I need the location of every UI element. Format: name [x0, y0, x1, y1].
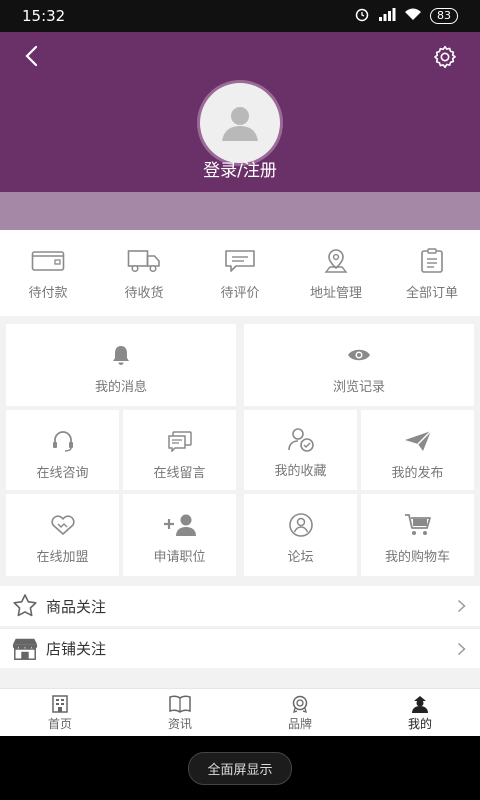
wallet-icon: [31, 251, 65, 271]
fullscreen-display-button[interactable]: 全面屏显示: [188, 751, 292, 785]
apply-position[interactable]: 申请职位: [123, 494, 236, 576]
tab-brand[interactable]: 品牌: [240, 689, 360, 736]
star-icon: [13, 594, 37, 617]
battery-indicator: 83: [430, 8, 458, 24]
bell-icon: [113, 346, 129, 365]
address-management-label: 地址管理: [309, 286, 362, 301]
address-management[interactable]: 地址管理: [288, 230, 384, 316]
add-user-icon: [163, 514, 196, 536]
cart-icon: [404, 514, 431, 535]
profile-header: 登录/注册: [0, 32, 480, 192]
order-pending-receipt[interactable]: 待收货: [96, 230, 192, 316]
login-register-link[interactable]: 登录/注册: [0, 156, 480, 181]
store-follow-row[interactable]: 店铺关注: [0, 628, 480, 668]
wifi-icon: [404, 7, 422, 25]
function-grid: 我的消息 浏览记录 在线咨询 在线留言 我的收藏 我的发布 在线加盟 申请职位 …: [6, 324, 474, 576]
avatar[interactable]: [197, 80, 283, 166]
store-follow-label: 店铺关注: [46, 640, 107, 658]
tab-home-label: 首页: [47, 717, 72, 731]
tab-mine[interactable]: 我的: [360, 689, 480, 736]
product-follow-row[interactable]: 商品关注: [0, 586, 480, 626]
alarm-icon: [354, 6, 370, 26]
order-pending-receipt-label: 待收货: [124, 286, 164, 301]
order-pending-review[interactable]: 待评价: [192, 230, 288, 316]
online-consult[interactable]: 在线咨询: [6, 410, 119, 490]
eye-icon: [348, 349, 370, 361]
online-consult-label: 在线咨询: [36, 466, 89, 481]
status-bar: 15:32 83: [0, 0, 480, 32]
handshake-icon: [50, 515, 75, 535]
headset-icon: [52, 431, 73, 452]
my-favorites-label: 我的收藏: [274, 464, 327, 479]
favorite-user-icon: [287, 428, 314, 452]
order-pending-payment-label: 待付款: [28, 286, 68, 301]
location-pin-icon: [324, 249, 348, 273]
truck-icon: [127, 250, 160, 273]
product-follow-label: 商品关注: [46, 597, 107, 616]
my-messages[interactable]: 我的消息: [6, 324, 236, 406]
browsing-history-label: 浏览记录: [332, 380, 385, 395]
book-icon: [169, 695, 191, 713]
back-button[interactable]: [18, 42, 46, 70]
online-message-label: 在线留言: [153, 466, 206, 481]
comment-icon: [225, 250, 255, 272]
forum-label: 论坛: [287, 550, 314, 565]
all-orders-label: 全部订单: [405, 286, 458, 301]
my-cart[interactable]: 我的购物车: [361, 494, 474, 576]
my-posts-label: 我的发布: [391, 466, 444, 481]
my-cart-label: 我的购物车: [384, 550, 450, 565]
header-band: [0, 192, 480, 230]
chevron-right-icon: [457, 642, 466, 655]
tab-mine-label: 我的: [407, 717, 432, 731]
message-board-icon: [167, 431, 192, 452]
badge-icon: [292, 695, 308, 713]
online-franchise-label: 在线加盟: [36, 550, 89, 565]
bottom-tab-bar: 首页 资讯 品牌 我的: [0, 688, 480, 736]
gear-icon: [434, 45, 456, 69]
tab-home[interactable]: 首页: [0, 689, 120, 736]
clipboard-icon: [421, 248, 443, 273]
store-icon: [12, 638, 38, 660]
order-pending-payment[interactable]: 待付款: [0, 230, 96, 316]
chevron-right-icon: [457, 599, 466, 613]
status-icons: 83: [354, 6, 458, 26]
apply-position-label: 申请职位: [153, 550, 206, 565]
signal-icon: [378, 7, 396, 25]
forum-user-icon: [288, 513, 313, 537]
my-messages-label: 我的消息: [94, 380, 147, 395]
tab-news[interactable]: 资讯: [120, 689, 240, 736]
system-nav-bar: 全面屏显示: [0, 736, 480, 800]
all-orders[interactable]: 全部订单: [384, 230, 480, 316]
my-favorites[interactable]: 我的收藏: [244, 410, 357, 490]
building-icon: [52, 695, 68, 713]
my-posts[interactable]: 我的发布: [361, 410, 474, 490]
browsing-history[interactable]: 浏览记录: [244, 324, 474, 406]
tab-news-label: 资讯: [167, 717, 192, 731]
tab-brand-label: 品牌: [287, 717, 312, 731]
user-icon: [412, 696, 428, 713]
order-shortcuts: 待付款 待收货 待评价 地址管理 全部订单: [0, 230, 480, 316]
online-message[interactable]: 在线留言: [123, 410, 236, 490]
settings-button[interactable]: [430, 42, 460, 72]
forum[interactable]: 论坛: [244, 494, 357, 576]
order-pending-review-label: 待评价: [220, 286, 260, 301]
online-franchise[interactable]: 在线加盟: [6, 494, 119, 576]
status-time: 15:32: [22, 7, 66, 25]
user-silhouette-icon: [222, 107, 258, 141]
back-arrow-icon: [25, 45, 38, 67]
send-icon: [404, 430, 431, 451]
